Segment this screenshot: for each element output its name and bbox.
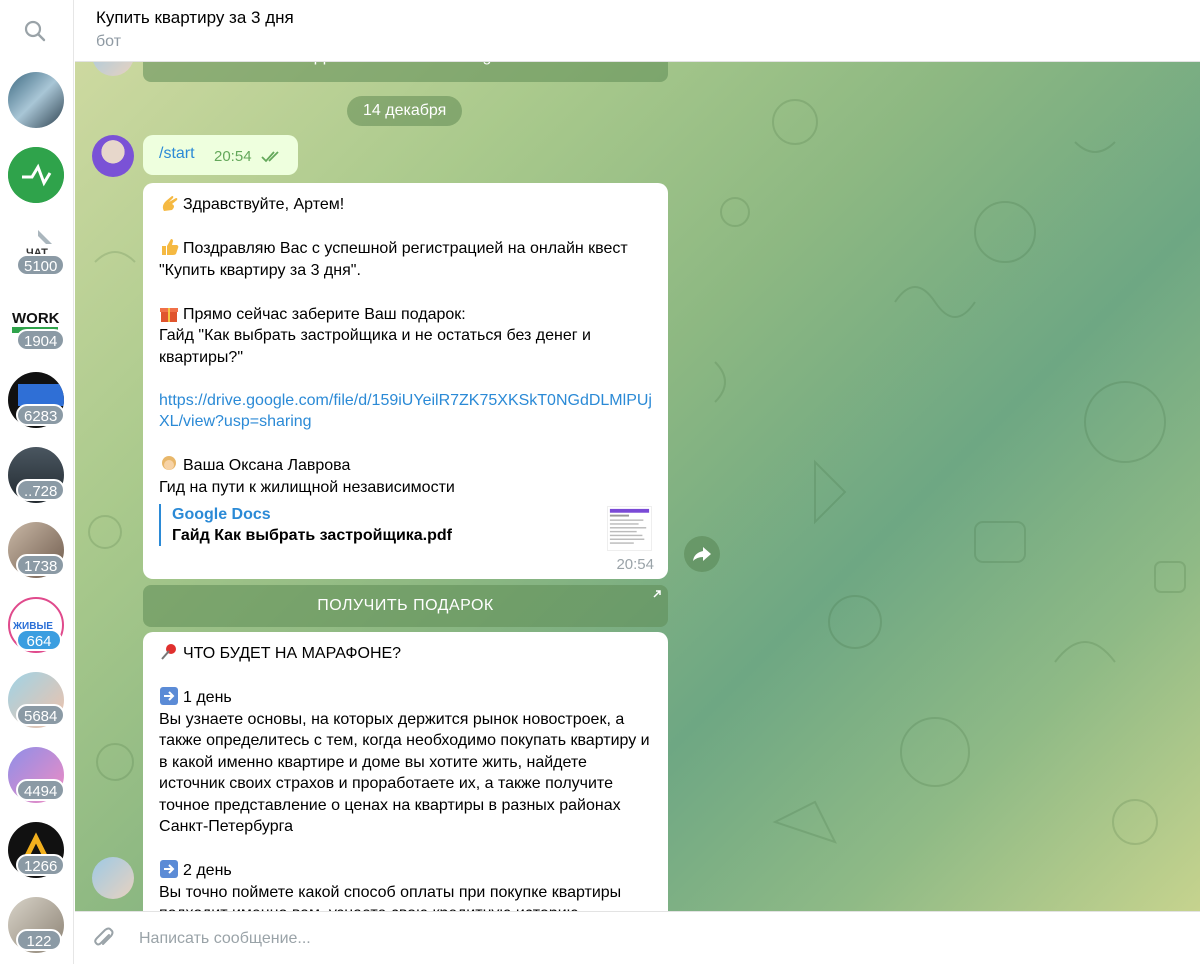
chat-subtitle: бот <box>96 33 122 50</box>
bot-avatar[interactable] <box>92 857 134 899</box>
gift-emoji-icon <box>160 307 178 322</box>
start-message[interactable]: /start 20:54 <box>143 135 298 175</box>
link-preview[interactable]: Google Docs Гайд Как выбрать застройщика… <box>159 504 653 546</box>
forward-button[interactable] <box>684 536 720 572</box>
arrow-right-emoji-icon <box>160 860 178 878</box>
message-time: 20:54 <box>616 556 654 573</box>
unread-badge: 5684 <box>16 704 66 726</box>
guide-link[interactable]: https://drive.google.com/file/d/159iUYei… <box>159 392 652 431</box>
start-command[interactable]: /start <box>159 145 195 163</box>
instagram-subscribe-button[interactable]: ПОДПИСАТЬСЯ на Instagram <box>143 62 668 82</box>
unread-badge: 664 <box>16 629 62 651</box>
user-avatar[interactable] <box>92 135 134 177</box>
message-time: 20:54 <box>214 148 252 165</box>
unread-badge: 1266 <box>16 854 66 876</box>
forward-icon <box>693 547 711 561</box>
search-icon[interactable] <box>22 18 48 44</box>
chat-title: Купить квартиру за 3 дня <box>96 8 294 27</box>
chat-logo <box>8 147 64 203</box>
day1-title: 1 день <box>183 689 232 706</box>
external-link-icon <box>653 590 661 598</box>
svg-text:WORK: WORK <box>12 310 60 327</box>
unread-badge: 6283 <box>16 404 66 426</box>
greeting-text: Здравствуйте, Артем! <box>183 196 345 213</box>
chat-avatar[interactable] <box>8 147 64 203</box>
unread-badge: 1904 <box>16 329 66 351</box>
gift-intro-text: Прямо сейчас заберите Ваш подарок: <box>183 305 466 323</box>
message-composer <box>75 911 1200 964</box>
arrow-right-emoji-icon <box>160 687 178 705</box>
attach-icon[interactable] <box>91 926 117 952</box>
chat-header[interactable]: Купить квартиру за 3 дня бот <box>75 0 1200 62</box>
message-list[interactable]: ПОДПИСАТЬСЯ на Instagram 14 декабря /sta… <box>75 62 1200 911</box>
gift-guide-text: Гайд "Как выбрать застройщика и не остат… <box>159 327 591 366</box>
marathon-heading: ЧТО БУДЕТ НА МАРАФОНЕ? <box>183 645 402 662</box>
congrats-text: Поздравляю Вас с успешной регистрацией н… <box>159 240 628 279</box>
preview-site-name: Google Docs <box>172 506 271 523</box>
get-gift-button[interactable]: ПОЛУЧИТЬ ПОДАРОК <box>143 585 668 627</box>
preview-thumbnail[interactable] <box>607 506 652 551</box>
signature-role: Гид на пути к жилищной независимости <box>159 478 455 496</box>
day1-text: Вы узнаете основы, на которых держится р… <box>159 710 650 836</box>
pushpin-emoji-icon <box>161 644 176 660</box>
unread-badge: 1738 <box>16 554 66 576</box>
message-input[interactable] <box>139 924 1179 954</box>
read-checks-icon <box>261 151 279 163</box>
unread-badge: ..728 <box>16 479 66 501</box>
day2-title: 2 день <box>183 862 232 879</box>
wave-emoji-icon <box>162 196 178 211</box>
date-separator: 14 декабря <box>347 96 463 126</box>
unread-badge: 5100 <box>16 254 66 276</box>
unread-badge: 122 <box>16 929 62 951</box>
get-gift-label: ПОЛУЧИТЬ ПОДАРОК <box>317 597 494 614</box>
chat-avatar[interactable] <box>8 72 64 128</box>
welcome-message[interactable]: Здравствуйте, Артем! Поздравляю Вас с ус… <box>143 183 668 579</box>
signature-name: Ваша Оксана Лаврова <box>183 457 351 474</box>
preview-title: Гайд Как выбрать застройщика.pdf <box>172 527 452 544</box>
unread-badge: 4494 <box>16 779 66 801</box>
woman-emoji-icon <box>162 456 176 470</box>
thumbs-up-emoji-icon <box>162 239 179 255</box>
day2-text: Вы точно поймете какой способ оплаты при… <box>159 883 622 912</box>
chat-sidebar: ЧАТ 5100 WORK 1904 6283 ..728 1738 ЖИВЫЕ… <box>0 0 74 964</box>
marathon-message[interactable]: ЧТО БУДЕТ НА МАРАФОНЕ? 1 день Вы узнаете… <box>143 632 668 911</box>
